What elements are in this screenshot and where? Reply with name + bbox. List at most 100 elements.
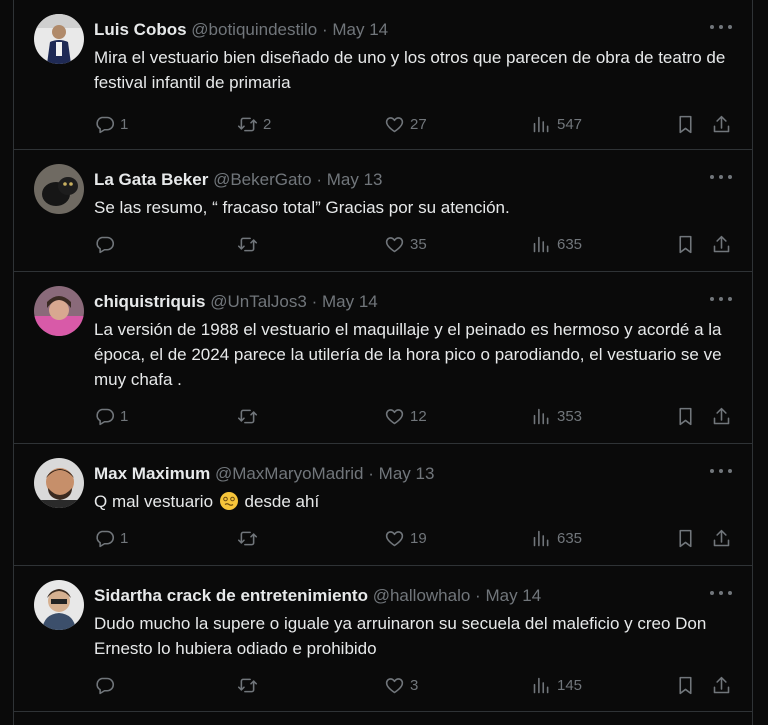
separator-dot: · [368,464,374,483]
reply-button[interactable]: 1 [94,526,128,550]
like-button[interactable]: 19 [384,526,427,550]
tweet-header: La Gata Beker @BekerGato · May 13 [94,169,383,191]
retweet-button[interactable] [237,673,263,697]
tweet[interactable]: La Gata Beker @BekerGato · May 13 Se las… [14,150,752,272]
analytics-icon [533,116,549,132]
reply-button[interactable]: 1 [94,112,128,136]
reply-button[interactable] [94,673,120,697]
tweet-text: La versión de 1988 el vestuario el maqui… [94,320,722,389]
heart-icon [385,236,404,252]
display-name[interactable]: chiquistriquis [94,292,205,311]
tweet-date[interactable]: May 14 [332,20,388,39]
reply-count: 1 [120,407,129,425]
tweet-date[interactable]: May 13 [327,170,383,189]
separator-dot: · [311,292,318,311]
tweet[interactable]: Sidartha crack de entretenimiento @hallo… [14,566,752,712]
user-handle[interactable]: @botiquindestilo [191,20,317,39]
woozy-face-emoji [219,492,238,510]
retweet-button[interactable] [237,232,263,256]
more-options-icon[interactable] [710,289,732,309]
share-icon [713,235,730,252]
retweet-icon [237,678,258,692]
tweet-actions: 3 145 [94,673,744,697]
like-count: 19 [410,529,427,547]
avatar[interactable] [34,14,84,64]
more-options-icon[interactable] [710,17,732,37]
share-button[interactable] [711,112,732,136]
bookmark-button[interactable] [675,526,696,550]
tweet-date[interactable]: May 14 [485,586,541,605]
avatar[interactable] [34,164,84,214]
tweet[interactable]: Luis Cobos @botiquindestilo · May 14 Mir… [14,0,752,150]
view-count: 547 [557,115,583,133]
analytics-icon [533,530,549,546]
reply-count: 1 [120,115,129,133]
reply-button[interactable]: 1 [94,404,128,428]
like-button[interactable]: 3 [384,673,418,697]
reply-icon [96,530,115,547]
like-button[interactable]: 27 [384,112,427,136]
retweet-icon [237,237,258,251]
avatar[interactable] [34,458,84,508]
like-count: 3 [410,676,419,694]
display-name[interactable]: Sidartha crack de entretenimiento [94,586,368,605]
like-count: 35 [410,235,427,253]
display-name[interactable]: La Gata Beker [94,170,208,189]
share-button[interactable] [711,526,732,550]
like-count: 27 [410,115,427,133]
retweet-button[interactable] [237,526,263,550]
views-button[interactable]: 547 [531,112,582,136]
share-button[interactable] [711,404,732,428]
user-handle[interactable]: @BekerGato [213,170,312,189]
share-button[interactable] [711,232,732,256]
bookmark-button[interactable] [675,404,696,428]
view-count: 635 [557,235,583,253]
retweet-button[interactable]: 2 [237,112,271,136]
tweet[interactable]: Max Maximum @MaxMaryoMadrid · May 13 Q m… [14,444,752,566]
retweet-count: 2 [263,115,272,133]
more-options-icon[interactable] [710,167,732,187]
analytics-icon [533,408,549,424]
user-handle[interactable]: @UnTalJos3 [210,292,307,311]
avatar[interactable] [34,580,84,630]
retweet-button[interactable] [237,404,263,428]
avatar[interactable] [34,286,84,336]
reply-icon [96,116,115,133]
display-name[interactable]: Max Maximum [94,464,210,483]
view-count: 353 [557,407,583,425]
bookmark-icon [679,407,692,425]
display-name[interactable]: Luis Cobos [94,20,187,39]
tweet[interactable]: chiquistriquis @UnTalJos3 · May 14 La ve… [14,272,752,444]
analytics-icon [533,677,549,693]
like-count: 12 [410,407,427,425]
retweet-icon [237,117,258,131]
tweet-text-after: desde ahí [239,492,320,511]
views-button[interactable]: 635 [531,232,582,256]
replies-feed: Luis Cobos @botiquindestilo · May 14 Mir… [13,0,753,725]
bookmark-button[interactable] [675,673,696,697]
more-options-icon[interactable] [710,461,732,481]
like-button[interactable]: 12 [384,404,427,428]
user-handle[interactable]: @hallowhalo [373,586,471,605]
retweet-icon [237,531,258,545]
tweet-date[interactable]: May 14 [322,292,378,311]
tweet-actions: 1 2 27 547 [94,112,744,136]
share-icon [713,529,730,546]
separator-dot: · [316,170,323,189]
tweet-text-before: Q mal vestuario [94,492,218,511]
bookmark-button[interactable] [675,232,696,256]
views-button[interactable]: 635 [531,526,582,550]
bookmark-button[interactable] [675,112,696,136]
separator-dot: · [475,586,481,605]
more-options-icon[interactable] [710,583,732,603]
tweet-date[interactable]: May 13 [379,464,435,483]
user-handle[interactable]: @MaxMaryoMadrid [215,464,364,483]
like-button[interactable]: 35 [384,232,427,256]
heart-icon [385,530,404,546]
views-button[interactable]: 353 [531,404,582,428]
views-button[interactable]: 145 [531,673,582,697]
reply-button[interactable] [94,232,120,256]
share-button[interactable] [711,673,732,697]
bookmark-icon [679,676,692,694]
tweet-text: Se las resumo, “ fracaso total” Gracias … [94,198,510,217]
